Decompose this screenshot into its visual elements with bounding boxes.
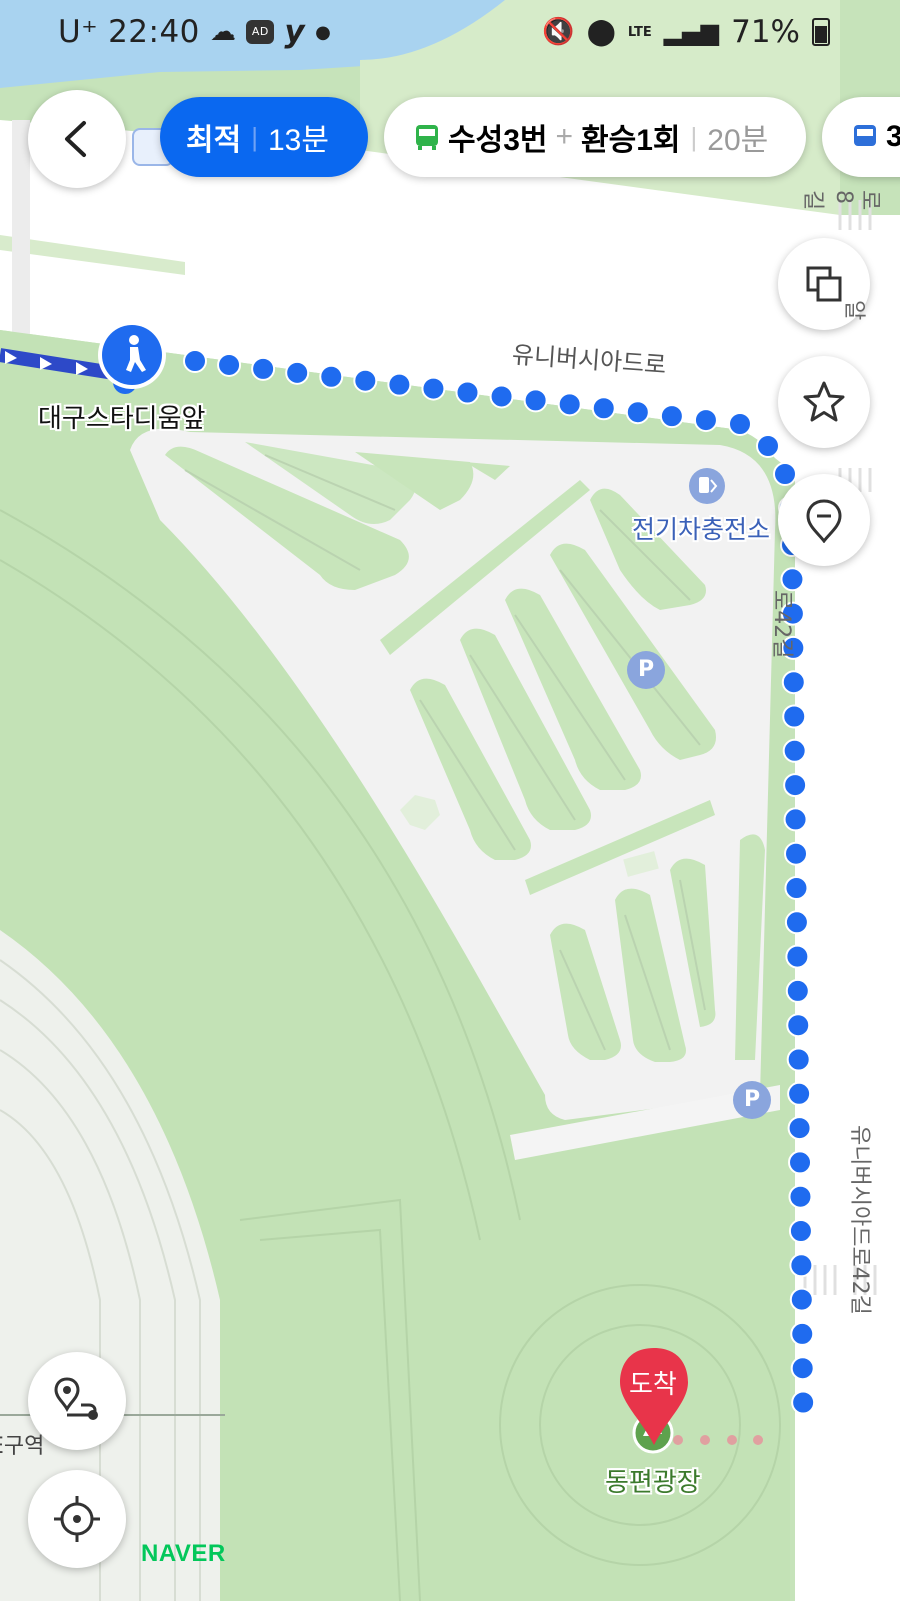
route-dot bbox=[523, 388, 548, 413]
route-dot bbox=[782, 704, 807, 729]
weather-icon: ☁ bbox=[209, 17, 237, 47]
route-option-time: 20분 bbox=[707, 124, 769, 157]
back-button[interactable] bbox=[28, 90, 126, 188]
parking-label: P bbox=[744, 1087, 761, 1112]
route-dot bbox=[285, 360, 310, 385]
start-stop-label: 대구스타디움앞 bbox=[38, 404, 206, 434]
arrival-pin-label: 도착 bbox=[629, 1370, 677, 1400]
ev-charger-icon bbox=[689, 468, 725, 504]
route-dot bbox=[786, 1047, 811, 1072]
route-dot bbox=[217, 352, 242, 377]
location-status-icon: ⬤ bbox=[586, 17, 616, 47]
signal-icon: ▂▄▆ bbox=[663, 18, 720, 46]
route-option-time: 13분 bbox=[267, 124, 329, 157]
route-dot bbox=[791, 1390, 816, 1415]
route-dot bbox=[625, 400, 650, 425]
route-dot bbox=[591, 396, 616, 421]
favorite-button[interactable] bbox=[778, 356, 870, 448]
route-dot bbox=[788, 1150, 813, 1175]
route-icon bbox=[54, 1377, 98, 1420]
route-dot bbox=[183, 349, 207, 373]
route-dot bbox=[785, 944, 810, 969]
route-dot bbox=[782, 738, 807, 763]
road-label-fragment: 알 bbox=[841, 300, 866, 321]
route-dot bbox=[783, 807, 808, 832]
route-option-best[interactable]: 최적 | 13분 bbox=[160, 97, 368, 177]
route-option-label: 수성3번 bbox=[448, 124, 548, 157]
route-dot bbox=[788, 1219, 813, 1243]
carrier-label: U⁺ bbox=[58, 14, 99, 50]
route-dot bbox=[789, 1287, 814, 1312]
map-canvas[interactable] bbox=[0, 0, 900, 1601]
battery-icon bbox=[812, 18, 830, 46]
ev-charger-label: 전기차충전소 bbox=[632, 515, 771, 544]
route-dot bbox=[728, 412, 752, 436]
app-y-icon: y bbox=[284, 14, 306, 50]
route-dot bbox=[756, 434, 780, 458]
current-location-icon bbox=[54, 1496, 100, 1542]
clock: 22:40 bbox=[108, 14, 200, 50]
route-dot bbox=[786, 1013, 811, 1038]
route-dot bbox=[788, 1184, 813, 1209]
route-dot bbox=[319, 364, 344, 389]
mute-icon: 🔇 bbox=[542, 17, 575, 47]
bus-icon bbox=[854, 125, 876, 146]
layers-icon bbox=[806, 266, 842, 302]
route-option-next[interactable]: 3 bbox=[822, 97, 900, 177]
route-dot bbox=[421, 376, 446, 401]
route-dot bbox=[784, 876, 809, 900]
route-dot bbox=[790, 1321, 815, 1346]
route-dot bbox=[784, 841, 809, 866]
adblock-icon: AD bbox=[246, 20, 275, 44]
status-bar: U⁺ 22:40 ☁ AD y ● 🔇 ⬤ LTE ▂▄▆ 71% bbox=[0, 0, 900, 64]
notification-dot-icon: ● bbox=[315, 21, 332, 43]
route-option-bus[interactable]: 수성3번 + 환승1회 | 20분 bbox=[384, 97, 806, 177]
back-arrow-icon bbox=[65, 121, 86, 157]
route-dot bbox=[557, 392, 582, 417]
route-option-transfer: 환승1회 bbox=[581, 124, 681, 157]
parking-label: P bbox=[638, 657, 655, 682]
route-dot bbox=[787, 1081, 812, 1106]
route-dot bbox=[251, 356, 276, 381]
route-dot bbox=[387, 372, 412, 397]
current-location-button[interactable] bbox=[28, 1470, 126, 1568]
route-dot bbox=[455, 380, 480, 405]
location-pin-icon bbox=[806, 499, 842, 543]
road-label-8gil: 로8길 bbox=[800, 190, 882, 211]
route-option-label: 최적 bbox=[186, 124, 242, 157]
route-dot bbox=[789, 1253, 814, 1278]
route-dot bbox=[785, 978, 810, 1003]
bus-icon bbox=[416, 125, 438, 150]
road-label-42gil-lower: 유니버시아드로42길 bbox=[847, 1125, 872, 1315]
network-label: LTE bbox=[627, 24, 652, 40]
route-dot bbox=[773, 462, 797, 486]
route-dot bbox=[489, 384, 514, 409]
route-dot bbox=[787, 1116, 812, 1141]
route-dot bbox=[780, 567, 805, 592]
naver-logo: NAVER bbox=[141, 1540, 226, 1567]
route-dot bbox=[781, 670, 806, 695]
star-icon bbox=[803, 381, 845, 422]
destination-label: 동편광장 bbox=[605, 1468, 701, 1498]
route-dot bbox=[353, 368, 378, 393]
location-pin-button[interactable] bbox=[778, 474, 870, 566]
road-label-42gil-upper: 로42길 bbox=[769, 590, 794, 659]
route-dot bbox=[659, 404, 684, 429]
route-option-label: 3 bbox=[886, 120, 900, 153]
route-dot bbox=[693, 408, 718, 433]
route-dot bbox=[783, 773, 808, 798]
zone-label-fragment: E구역 bbox=[0, 1434, 45, 1459]
battery-level: 71% bbox=[731, 14, 800, 50]
route-option-plus: + bbox=[555, 120, 574, 153]
route-dot bbox=[790, 1356, 815, 1381]
route-dot bbox=[784, 910, 809, 935]
